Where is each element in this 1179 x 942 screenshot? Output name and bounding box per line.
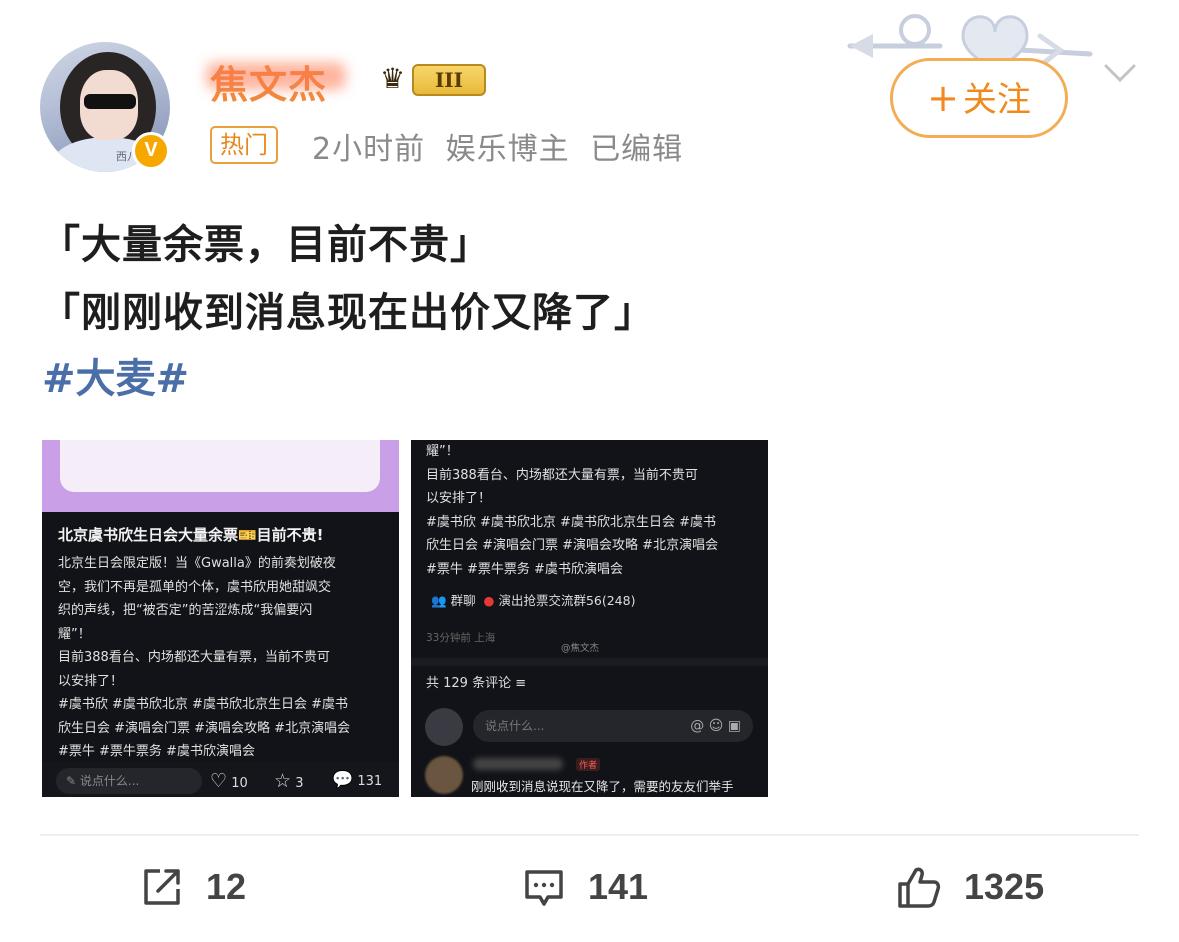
post-text-line-1: 「大量余票，目前不贵」 [40,222,491,268]
like-button[interactable]: 1325 [896,862,1044,912]
image2-time-location: 33分钟前 上海 [426,632,496,644]
image2-watermark: @焦文杰 [561,643,600,654]
red-dot-icon: ● [483,593,495,608]
follow-label: 关注 [962,80,1031,120]
image1-favorite-stat: ☆ 3 [274,770,304,792]
image2-body: 耀”！ 目前388看台、内场都还大量有票，当前不贵可 以安排了！ #虞书欣 #虞… [426,444,719,577]
plus-icon: + [927,76,959,120]
comment-icon [525,870,563,906]
like-count: 1325 [964,866,1045,907]
comment-button[interactable]: 141 [522,862,648,912]
post-text-line-2: 「刚刚收到消息现在出价又降了」 [40,290,655,336]
image2-group-chat: 👥 群聊 ● 演出抢票交流群56(248) [431,593,636,608]
sort-icon: ≡ [515,676,527,691]
comment-bubble-icon: 💬 [332,770,354,790]
post-image-2[interactable]: 耀”！ 目前388看台、内场都还大量有票，当前不贵可 以安排了！ #虞书欣 #虞… [411,440,768,797]
divider [40,834,1139,836]
verified-icon: V [132,132,170,170]
hashtag-link[interactable]: #大麦# [42,346,189,404]
chevron-down-icon[interactable] [1100,58,1140,88]
level-badge: III [412,64,486,96]
crown-icon: ♛ [380,62,406,95]
share-count: 12 [206,866,247,907]
image1-comment-stat: 💬 131 [332,770,383,790]
heart-icon: ♡ [210,770,228,792]
name-redaction [206,62,346,90]
post-image-1[interactable]: 北京虞书欣生日会大量余票🎫目前不贵! 北京生日会限定版！当《Gwalla》的前奏… [42,440,399,797]
star-icon: ☆ [274,770,292,792]
image2-comment-input: 说点什么... @ ☺ ▣ [473,710,753,742]
post-time: 2小时前 [312,132,426,167]
like-icon [898,867,941,908]
edited-label: 已编辑 [590,132,684,167]
people-icon: 👥 [431,593,447,608]
image2-comment-text: 刚刚收到消息说现在又降了，需要的友友们举手 [471,779,734,794]
image2-comment-count: 共 129 条评论 ≡ [426,676,527,691]
author-tag: 作者 [576,758,601,771]
image1-title: 北京虞书欣生日会大量余票🎫目前不贵! [58,526,324,544]
image1-comment-input: ✎ 说点什么... [56,768,202,794]
author-role: 娱乐博主 [445,132,570,167]
follow-button[interactable]: + 关注 [890,58,1068,138]
image1-like-stat: ♡ 10 [210,770,248,792]
post-meta: 2小时前 娱乐博主 已编辑 [312,124,683,168]
comment-count: 141 [588,866,649,907]
hot-tag: 热门 [210,126,278,164]
share-icon [144,869,180,905]
image1-body: 北京生日会限定版！当《Gwalla》的前奏划破夜 空，我们不再是孤单的个体，虞书… [58,556,351,759]
share-button[interactable]: 12 [140,862,246,912]
